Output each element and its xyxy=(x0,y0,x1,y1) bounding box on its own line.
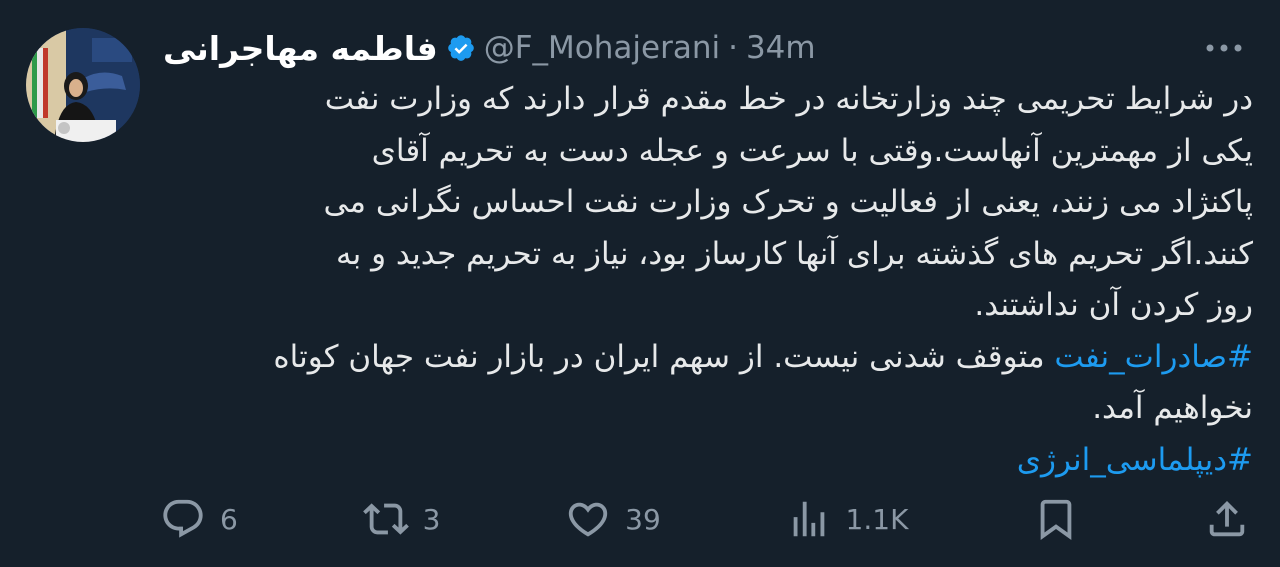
tweet-timestamp[interactable]: 34m xyxy=(746,30,816,66)
tweet-line: یکی از مهمترین آنهاست.وقتی با سرعت و عجل… xyxy=(371,132,1253,169)
heart-icon xyxy=(565,496,611,542)
reply-button[interactable]: 6 xyxy=(160,496,238,542)
tweet-line-text: متوقف شدنی نیست. از سهم ایران در بازار ن… xyxy=(273,338,1055,375)
retweet-button[interactable]: 3 xyxy=(362,496,441,542)
views-count: 1.1K xyxy=(845,502,909,536)
tweet-text: در شرایط تحریمی چند وزارتخانه در خط مقدم… xyxy=(160,74,1253,486)
retweet-icon xyxy=(362,496,409,542)
retweet-count: 3 xyxy=(422,502,441,536)
tweet-header: فاطمه مهاجرانی @F_Mohajerani · 34m xyxy=(163,24,816,72)
tweet: فاطمه مهاجرانی @F_Mohajerani · 34m در شر… xyxy=(0,0,1280,567)
hashtag-link[interactable]: #صادرات_نفت xyxy=(1054,339,1253,375)
tweet-line: نخواهیم آمد. xyxy=(1092,390,1253,426)
author-handle[interactable]: @F_Mohajerani xyxy=(484,30,720,66)
header-separator: · xyxy=(728,30,738,66)
author-name[interactable]: فاطمه مهاجرانی xyxy=(163,29,438,68)
tweet-line: کنند.اگر تحریم های گذشته برای آنها کارسا… xyxy=(335,235,1253,272)
hashtag-link[interactable]: #دیپلماسی_انرژی xyxy=(1017,442,1253,478)
more-options-icon[interactable] xyxy=(1200,30,1248,66)
views-button[interactable]: 1.1K xyxy=(786,496,909,542)
avatar[interactable] xyxy=(26,28,140,142)
tweet-line: پاکنژاد می زنند، یعنی از فعالیت و تحرک و… xyxy=(323,184,1253,220)
tweet-line: #دیپلماسی_انرژی xyxy=(160,435,1253,487)
reply-icon xyxy=(160,496,206,542)
tweet-line: در شرایط تحریمی چند وزارتخانه در خط مقدم… xyxy=(324,81,1253,117)
reply-count: 6 xyxy=(220,502,238,536)
share-button[interactable] xyxy=(1204,496,1250,542)
avatar-photo xyxy=(26,28,140,142)
like-count: 39 xyxy=(625,502,661,536)
tweet-line: #صادرات_نفت متوقف شدنی نیست. از سهم ایرا… xyxy=(160,332,1253,384)
bookmark-button[interactable] xyxy=(1033,496,1079,542)
tweet-line: روز کردن آن نداشتند. xyxy=(974,287,1253,323)
share-icon xyxy=(1204,496,1250,542)
views-bar-chart-icon xyxy=(786,496,832,542)
verified-badge-icon xyxy=(446,33,476,63)
bookmark-icon xyxy=(1033,496,1079,542)
action-bar: 6 3 39 1.1K xyxy=(160,495,1250,543)
like-button[interactable]: 39 xyxy=(565,496,661,542)
